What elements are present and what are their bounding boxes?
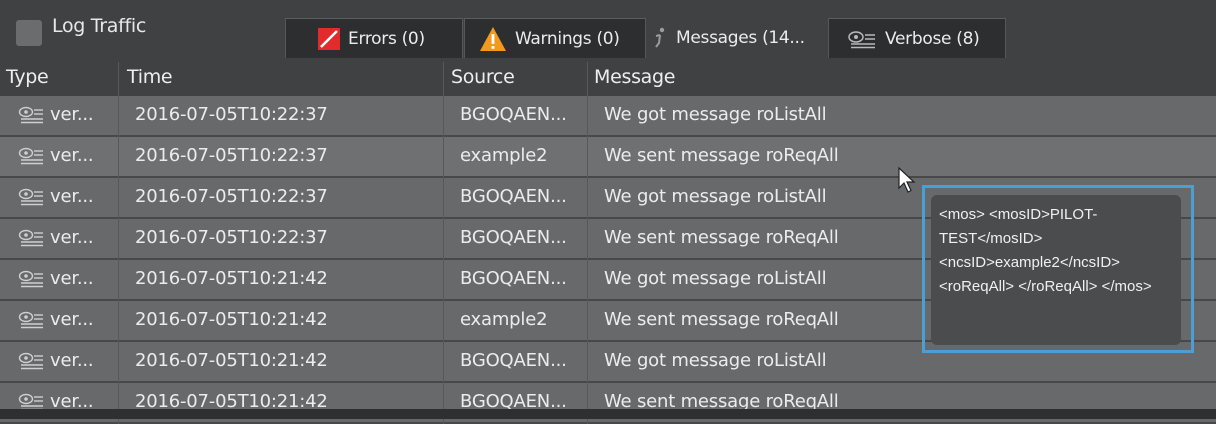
column-header-time[interactable]: Time — [127, 66, 173, 88]
info-icon — [648, 25, 670, 51]
row-source: BGOQAEN... — [460, 227, 567, 248]
toolbar: Log Traffic Errors (0) Warnings (0) Mess… — [0, 0, 1216, 62]
column-header-message[interactable]: Message — [594, 66, 675, 88]
row-message: We got message roListAll — [604, 350, 827, 371]
table-header: Type Time Source Message — [0, 62, 1216, 96]
errors-filter-label: Errors (0) — [348, 28, 425, 49]
row-type-label: ver... — [50, 268, 94, 289]
error-icon — [318, 27, 340, 50]
row-time: 2016-07-05T10:22:37 — [135, 104, 328, 125]
errors-filter-button[interactable]: Errors (0) — [285, 18, 463, 58]
row-time: 2016-07-05T10:21:42 — [135, 268, 328, 289]
row-type: ver... — [18, 309, 94, 330]
verbose-icon — [18, 105, 44, 125]
table-row[interactable]: ver... 2016-07-05T10:22:37 BGOQAEN... We go… — [0, 96, 1216, 137]
messages-filter-label: Messages (14... — [676, 28, 805, 48]
row-time: 2016-07-05T10:22:37 — [135, 227, 328, 248]
verbose-icon — [18, 310, 44, 330]
table-row[interactable]: ver... 2016-07-05T10:22:37 example2 We sent… — [0, 137, 1216, 178]
row-source: example2 — [460, 309, 548, 330]
row-source: BGOQAEN... — [460, 350, 567, 371]
log-traffic-checkbox[interactable] — [16, 20, 42, 46]
row-message: We sent message roReqAll — [604, 309, 839, 330]
row-type-label: ver... — [50, 186, 94, 207]
message-tooltip: <mos> <mosID>PILOT-TEST</mosID> <ncsID>e… — [931, 195, 1181, 345]
row-type: ver... — [18, 268, 94, 289]
row-type-label: ver... — [50, 350, 94, 371]
row-source: example2 — [460, 145, 548, 166]
row-type: ver... — [18, 145, 94, 166]
verbose-icon — [18, 351, 44, 371]
verbose-icon — [18, 187, 44, 207]
row-message: We sent message roReqAll — [604, 227, 839, 248]
column-header-type[interactable]: Type — [6, 66, 49, 88]
row-message: We got message roListAll — [604, 268, 827, 289]
row-type: ver... — [18, 186, 94, 207]
row-type-label: ver... — [50, 227, 94, 248]
mouse-cursor-icon — [897, 166, 921, 198]
verbose-icon — [18, 228, 44, 248]
row-source: BGOQAEN... — [460, 268, 567, 289]
verbose-icon — [18, 146, 44, 166]
row-source: BGOQAEN... — [460, 104, 567, 125]
messages-filter-button[interactable]: Messages (14... — [648, 18, 805, 58]
log-traffic-label: Log Traffic — [52, 15, 147, 37]
verbose-filter-button[interactable]: Verbose (8) — [828, 18, 1006, 58]
row-time: 2016-07-05T10:21:42 — [135, 350, 328, 371]
row-message: We sent message roReqAll — [604, 145, 839, 166]
verbose-icon — [847, 29, 877, 49]
warnings-filter-button[interactable]: Warnings (0) — [464, 18, 646, 58]
row-type-label: ver... — [50, 104, 94, 125]
row-time: 2016-07-05T10:22:37 — [135, 145, 328, 166]
row-time: 2016-07-05T10:21:42 — [135, 309, 328, 330]
verbose-icon — [18, 269, 44, 289]
row-type: ver... — [18, 350, 94, 371]
column-header-source[interactable]: Source — [451, 66, 515, 88]
row-message: We got message roListAll — [604, 186, 827, 207]
row-time: 2016-07-05T10:22:37 — [135, 186, 328, 207]
row-type: ver... — [18, 227, 94, 248]
row-message: We got message roListAll — [604, 104, 827, 125]
row-type: ver... — [18, 104, 94, 125]
warnings-filter-label: Warnings (0) — [515, 28, 620, 49]
row-type-label: ver... — [50, 309, 94, 330]
verbose-filter-label: Verbose (8) — [885, 28, 980, 49]
row-type-label: ver... — [50, 145, 94, 166]
warning-icon — [479, 26, 507, 52]
bottom-bar — [0, 409, 1216, 419]
row-source: BGOQAEN... — [460, 186, 567, 207]
